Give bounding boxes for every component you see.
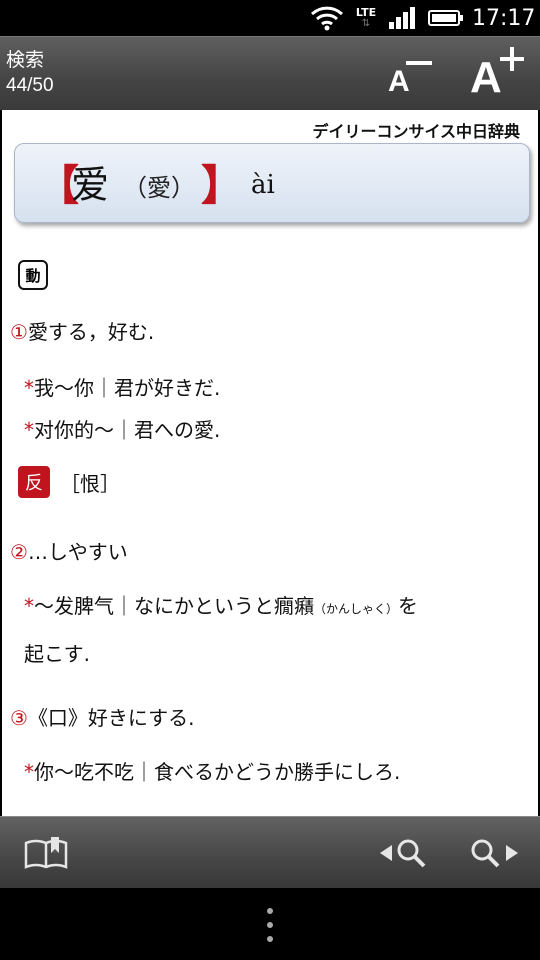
headword-box: 【 爱 （愛） 】 ài — [14, 143, 530, 223]
minus-icon — [406, 61, 432, 65]
result-counter: 44/50 — [6, 75, 54, 96]
data-arrows-icon: ⇅ — [361, 18, 371, 29]
wifi-icon — [310, 0, 346, 36]
search-previous-icon — [380, 839, 426, 868]
example-3-continuation: 起こす. — [24, 642, 90, 666]
sense-2-number: ② — [10, 540, 28, 564]
app-header: 検索 44/50 A A — [0, 36, 540, 110]
example-3-text: ～发脾气｜なにかというと癇癪 — [34, 594, 314, 618]
font-smaller-button[interactable]: A — [384, 51, 436, 98]
plus-icon — [500, 47, 524, 71]
font-larger-letter: A — [470, 53, 502, 102]
example-1-marker: * — [24, 376, 34, 400]
example-1-text: 我～你｜君が好きだ. — [34, 376, 221, 400]
signal-icon — [388, 0, 420, 36]
font-smaller-letter: A — [388, 65, 410, 98]
headword: 爱 — [71, 163, 110, 207]
example-1: *我～你｜君が好きだ. — [24, 372, 220, 401]
sense-1: ①愛する，好む. — [10, 316, 154, 345]
example-3-ruby: （かんしゃく） — [314, 602, 399, 616]
example-3-text-end: を — [398, 594, 419, 618]
sense-3-number: ③ — [10, 706, 28, 730]
entry-content[interactable]: デイリーコンサイス中日辞典 【 爱 （愛） 】 ài 動 ①愛する，好む. *我… — [2, 110, 538, 816]
sense-2-text: …しやすい — [27, 540, 128, 564]
previous-result-button[interactable] — [372, 817, 436, 889]
dictionary-name: デイリーコンサイス中日辞典 — [312, 122, 520, 141]
open-book-icon — [24, 837, 68, 869]
sense-3-text: 《口》好きにする. — [27, 706, 195, 730]
next-result-button[interactable] — [462, 817, 526, 889]
sense-1-text: 愛する，好む. — [27, 320, 155, 344]
example-2-marker: * — [24, 418, 34, 442]
sense-1-number: ① — [10, 320, 28, 344]
example-3-marker: * — [24, 594, 34, 618]
overflow-menu-icon[interactable] — [262, 908, 278, 942]
example-4: *你～吃不吃｜食べるかどうか勝手にしろ. — [24, 756, 400, 785]
sense-2: ②…しやすい — [10, 536, 128, 565]
system-nav-bar — [0, 888, 540, 960]
header-title: 検索 — [6, 49, 45, 71]
battery-icon — [428, 0, 464, 36]
lte-indicator: LTE ⇅ — [352, 0, 380, 36]
bottom-toolbar — [0, 816, 540, 888]
font-larger-button[interactable]: A — [466, 43, 528, 102]
status-bar: LTE ⇅ 17:17 — [0, 0, 540, 36]
search-next-icon — [471, 839, 518, 868]
example-2-text: 对你的～｜君への愛. — [34, 418, 221, 442]
example-4-marker: * — [24, 760, 34, 784]
example-4-text: 你～吃不吃｜食べるかどうか勝手にしろ. — [34, 760, 401, 784]
sense-3: ③《口》好きにする. — [10, 702, 195, 731]
headword-pinyin: ài — [251, 170, 275, 200]
headword-bracket-close: 】 — [201, 161, 244, 210]
example-2: *对你的～｜君への愛. — [24, 414, 220, 443]
headword-traditional: （愛） — [123, 174, 195, 202]
dictionary-book-button[interactable] — [14, 817, 78, 889]
antonym-text: ［恨］ — [60, 472, 120, 496]
status-clock: 17:17 — [472, 5, 536, 31]
part-of-speech-badge: 動 — [18, 260, 48, 290]
antonym-badge: 反 — [18, 466, 50, 498]
example-3: *～发脾气｜なにかというと癇癪（かんしゃく）を — [24, 590, 418, 619]
